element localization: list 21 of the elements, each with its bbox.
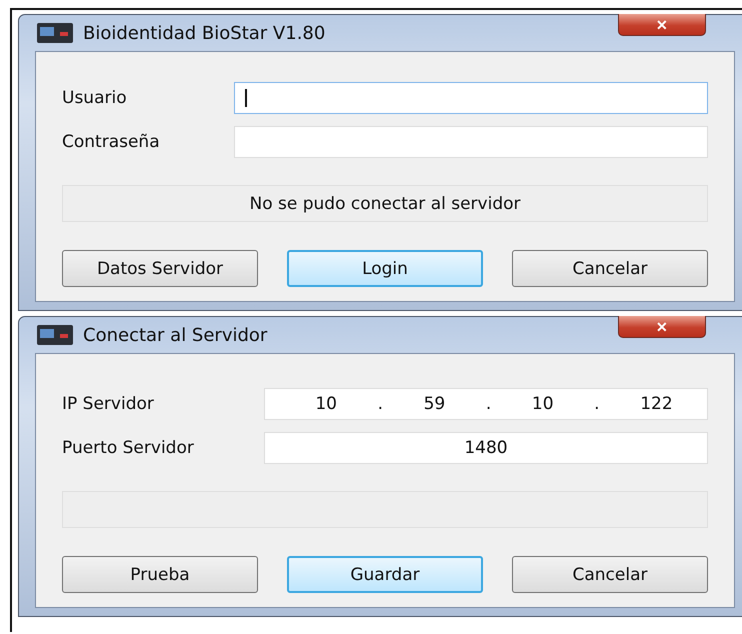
field-label: Puerto Servidor <box>62 438 195 458</box>
status-message: No se pudo conectar al servidor <box>249 194 521 214</box>
close-button[interactable]: ✕ <box>618 316 706 338</box>
dialog-button[interactable]: Login <box>287 250 483 287</box>
dialog-button[interactable]: Cancelar <box>512 556 708 593</box>
input-field[interactable]: 1480 <box>264 432 708 464</box>
terminal-icon <box>37 325 73 345</box>
field-label: IP Servidor <box>62 394 155 414</box>
input-field[interactable] <box>234 82 708 114</box>
terminal-icon <box>37 23 73 43</box>
dialog-button[interactable]: Cancelar <box>512 250 708 287</box>
field-label: Contraseña <box>62 132 161 152</box>
close-button[interactable]: ✕ <box>618 14 706 36</box>
window-title: Bioidentidad BioStar V1.80 <box>83 22 326 44</box>
ip-address-field[interactable]: 10 . 59 . 10 . 122 <box>264 388 708 420</box>
dialog-button[interactable]: Prueba <box>62 556 258 593</box>
input-field[interactable] <box>234 126 708 158</box>
dialog-button[interactable]: Datos Servidor <box>62 250 258 287</box>
dialog-button[interactable]: Guardar <box>287 556 483 593</box>
window-title: Conectar al Servidor <box>83 324 268 346</box>
field-label: Usuario <box>62 88 128 108</box>
